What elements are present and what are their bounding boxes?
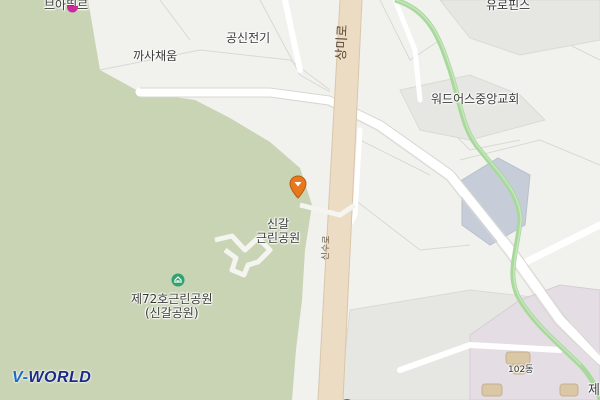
label-park-small-line1: 신갈	[267, 217, 290, 231]
label-park-big: 제72호근린공원 (신갈공원)	[131, 292, 213, 320]
vworld-logo-text: WORLD	[28, 369, 92, 386]
label-kkasa: 까사채움	[133, 49, 178, 63]
label-park-small: 신갈 근린공원	[256, 217, 300, 245]
vworld-logo: V-WORLD	[12, 369, 91, 387]
shop-icon-bottom[interactable]	[340, 393, 354, 400]
park-icon[interactable]	[171, 273, 185, 287]
label-building: 102동	[508, 365, 534, 375]
road-label-main: 상미로	[333, 24, 351, 61]
label-gongsin: 공신전기	[226, 31, 271, 45]
shop-icon[interactable]	[67, 0, 78, 13]
label-park-big-line1: 제72호근린공원	[131, 292, 213, 306]
location-pin-icon[interactable]	[289, 175, 307, 199]
label-edge-char: 제	[588, 383, 600, 398]
map-canvas[interactable]: 브아뛰르 유로핀스 공신전기 까사채움 워드어스중앙교회 신갈 근린공원 제72…	[0, 0, 600, 400]
label-park-small-line2: 근린공원	[256, 231, 301, 245]
label-park-big-line2: (신갈공원)	[144, 306, 199, 320]
label-church: 워드어스중앙교회	[431, 92, 520, 106]
map-base-layer	[0, 0, 600, 400]
vworld-logo-prefix: V-	[12, 369, 29, 386]
road-label-side: 신수로	[320, 235, 333, 261]
label-top-right-company: 유로핀스	[486, 0, 531, 12]
